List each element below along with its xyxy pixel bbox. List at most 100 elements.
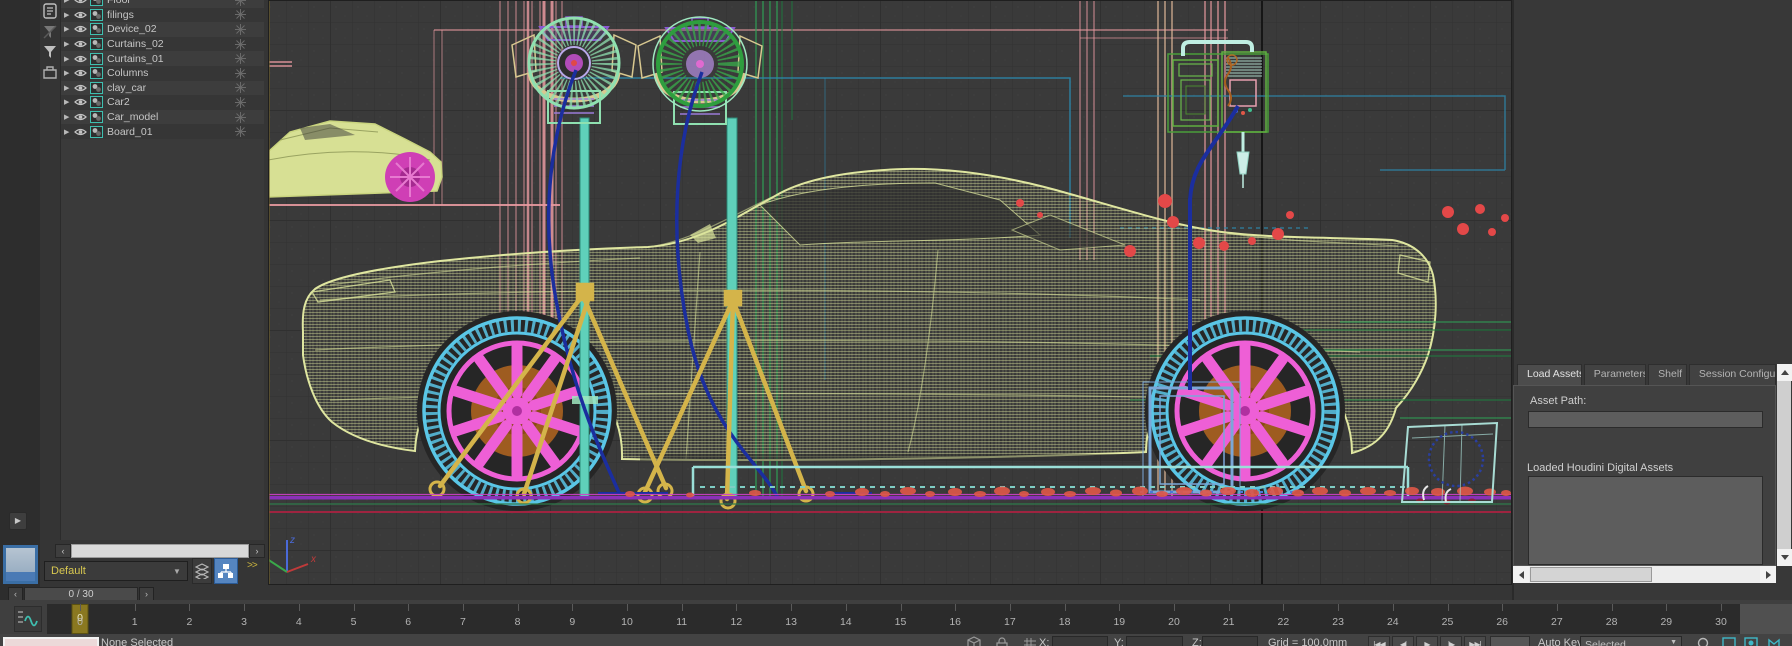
zoom-icon[interactable] [1696, 636, 1712, 646]
eye-icon[interactable] [74, 127, 87, 137]
scene-explorer-tree[interactable]: ▶Floor▶filings▶Device_02▶Curtains_02▶Cur… [61, 0, 264, 540]
timeline-track[interactable]: 0 01234567891011121314151617181920212223… [47, 604, 1740, 634]
expand-arrow-icon[interactable]: ▶ [64, 84, 74, 92]
display-list-icon[interactable] [42, 3, 58, 19]
filter-icon[interactable] [42, 44, 58, 60]
eye-icon[interactable] [74, 97, 87, 107]
next-frame-button[interactable]: |▶ [1440, 636, 1462, 646]
frame-number-label[interactable]: 21 [1223, 616, 1235, 628]
expand-arrow-icon[interactable]: ▶ [64, 40, 74, 48]
scene-item-clay_car[interactable]: ▶clay_car [61, 81, 264, 96]
frame-number-label[interactable]: 18 [1059, 616, 1071, 628]
scene-item-columns[interactable]: ▶Columns [61, 66, 264, 81]
snowflake-freeze-icon[interactable] [235, 82, 246, 93]
frame-number-label[interactable]: 7 [460, 616, 466, 628]
frame-number-label[interactable]: 14 [840, 616, 852, 628]
play-button[interactable]: ▶ [1416, 636, 1438, 646]
scroll-right-button[interactable] [1760, 566, 1776, 583]
snowflake-freeze-icon[interactable] [235, 9, 246, 20]
expand-panel-button[interactable]: ▶ [9, 512, 27, 530]
set-keys-button[interactable] [1490, 636, 1530, 646]
frame-number-label[interactable]: 5 [351, 616, 357, 628]
frame-number-label[interactable]: 19 [1113, 616, 1125, 628]
asset-path-input[interactable] [1528, 411, 1763, 428]
snowflake-freeze-icon[interactable] [235, 39, 246, 50]
expand-arrow-icon[interactable]: ▶ [64, 128, 74, 136]
scene-item-car2[interactable]: ▶Car2 [61, 95, 264, 110]
frame-number-label[interactable]: 4 [296, 616, 302, 628]
expand-arrow-icon[interactable]: ▶ [64, 98, 74, 106]
scrollbar-thumb[interactable] [71, 544, 249, 558]
snowflake-freeze-icon[interactable] [235, 97, 246, 108]
expand-arrow-icon[interactable]: ▶ [64, 0, 74, 4]
frame-number-label[interactable]: 25 [1442, 616, 1454, 628]
tab-session-configura[interactable]: Session Configura [1689, 364, 1776, 385]
snowflake-freeze-icon[interactable] [235, 53, 246, 64]
frame-number-label[interactable]: 30 [1715, 616, 1727, 628]
frame-number-label[interactable]: 11 [676, 616, 687, 628]
curve-editor-button[interactable] [14, 606, 42, 632]
viewport-nav-icons[interactable] [1722, 636, 1786, 646]
perspective-viewport[interactable]: z y x [268, 0, 1512, 585]
tab-parameters[interactable]: Parameters [1584, 364, 1646, 385]
scroll-up-button[interactable] [1777, 364, 1792, 381]
scene-item-curtains_02[interactable]: ▶Curtains_02 [61, 37, 264, 52]
eye-icon[interactable] [74, 83, 87, 93]
houdini-vertical-scrollbar[interactable] [1777, 364, 1791, 566]
expand-arrow-icon[interactable]: ▶ [64, 11, 74, 19]
expand-arrow-icon[interactable]: ▶ [64, 113, 74, 121]
frame-number-label[interactable]: 17 [1004, 616, 1016, 628]
expand-arrow-icon[interactable]: ▶ [64, 25, 74, 33]
snowflake-freeze-icon[interactable] [235, 112, 246, 123]
scroll-left-button[interactable] [1513, 566, 1529, 583]
y-coordinate-field[interactable] [1126, 636, 1183, 646]
eye-icon[interactable] [74, 24, 87, 34]
selection-set-dropdown[interactable]: Default ▼ [44, 561, 188, 581]
loaded-assets-list[interactable] [1528, 476, 1763, 565]
go-to-end-button[interactable]: ▶▶| [1464, 636, 1486, 646]
key-filter-dropdown[interactable]: Selected ▼ [1580, 636, 1682, 646]
frame-number-label[interactable]: 2 [186, 616, 192, 628]
eye-icon[interactable] [74, 112, 87, 122]
snowflake-freeze-icon[interactable] [235, 126, 246, 137]
frame-number-label[interactable]: 29 [1660, 616, 1672, 628]
expand-arrow-icon[interactable]: ▶ [64, 69, 74, 77]
tab-shelf[interactable]: Shelf [1648, 364, 1687, 385]
scene-item-filings[interactable]: ▶filings [61, 8, 264, 23]
frame-number-label[interactable]: 28 [1606, 616, 1618, 628]
x-coordinate-field[interactable] [1052, 636, 1108, 646]
scroll-left-button[interactable]: ‹ [55, 544, 71, 558]
grid-snap-icon[interactable] [1022, 636, 1038, 646]
scene-item-device_02[interactable]: ▶Device_02 [61, 22, 264, 37]
houdini-horizontal-scrollbar[interactable] [1513, 566, 1776, 583]
auto-key-button[interactable]: Auto Key [1538, 637, 1583, 646]
scene-item-car_model[interactable]: ▶Car_model [61, 110, 264, 125]
frame-number-label[interactable]: 12 [731, 616, 743, 628]
rear-wheel[interactable] [1145, 311, 1345, 511]
frame-number-label[interactable]: 9 [569, 616, 575, 628]
frame-number-label[interactable]: 8 [515, 616, 521, 628]
eye-icon[interactable] [74, 0, 87, 5]
scroll-right-button[interactable]: › [249, 544, 265, 558]
frame-number-label[interactable]: 1 [132, 616, 138, 628]
frame-number-label[interactable]: 15 [895, 616, 907, 628]
snowflake-freeze-icon[interactable] [235, 24, 246, 35]
frame-number-label[interactable]: 10 [621, 616, 633, 628]
frame-number-label[interactable]: 13 [785, 616, 797, 628]
scrollbar-thumb[interactable] [1530, 567, 1652, 582]
scroll-down-button[interactable] [1777, 549, 1792, 566]
frame-number-label[interactable]: 22 [1278, 616, 1290, 628]
snowflake-freeze-icon[interactable] [235, 0, 246, 6]
frame-number-label[interactable]: 0 [77, 616, 83, 628]
frame-number-label[interactable]: 23 [1332, 616, 1344, 628]
scene-item-curtains_01[interactable]: ▶Curtains_01 [61, 51, 264, 66]
toolbar-overflow-chevrons[interactable]: >> [247, 560, 257, 571]
z-coordinate-field[interactable] [1202, 636, 1258, 646]
eye-icon[interactable] [74, 39, 87, 49]
expand-arrow-icon[interactable]: ▶ [64, 55, 74, 63]
lock-icon[interactable] [994, 636, 1010, 646]
filter-disabled-icon[interactable] [42, 24, 58, 40]
snowflake-freeze-icon[interactable] [235, 68, 246, 79]
eye-icon[interactable] [74, 54, 87, 64]
tab-load-assets[interactable]: Load Assets [1517, 364, 1582, 385]
